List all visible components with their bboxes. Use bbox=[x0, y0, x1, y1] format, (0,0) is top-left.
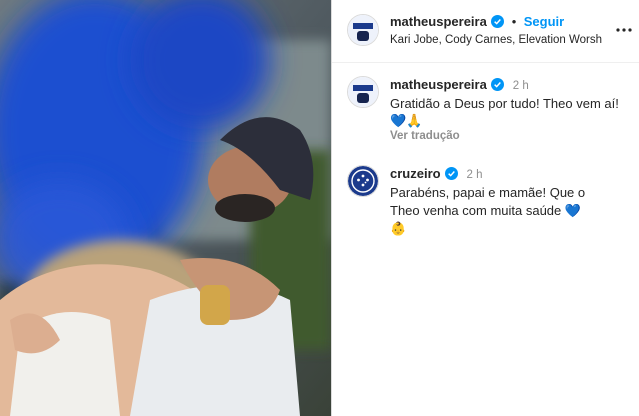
post-author-name[interactable]: matheuspereira bbox=[390, 14, 487, 29]
couple-photo-image bbox=[0, 0, 331, 416]
post-photo[interactable] bbox=[0, 0, 331, 416]
caption-text: Gratidão a Deus por tudo! Theo vem aí! bbox=[390, 96, 619, 111]
comment-author-name[interactable]: cruzeiro bbox=[390, 166, 441, 181]
caption-time[interactable]: 2 h bbox=[513, 80, 529, 92]
author-avatar-image bbox=[348, 15, 378, 45]
header-title-row: matheuspereira • Seguir bbox=[390, 13, 564, 33]
blue-heart-emoji: 💙 bbox=[564, 203, 582, 218]
baby-emoji: 👶 bbox=[390, 221, 407, 236]
post-detail-panel: matheuspereira • Seguir Kari Jobe, Cody … bbox=[331, 0, 639, 416]
comment-time[interactable]: 2 h bbox=[466, 169, 482, 181]
more-icon[interactable] bbox=[614, 20, 634, 40]
audio-track-label[interactable]: Kari Jobe, Cody Carnes, Elevation Worshi… bbox=[390, 34, 602, 46]
comment-text-line2: Theo venha com muita saúde bbox=[390, 203, 562, 218]
author-avatar[interactable] bbox=[347, 14, 379, 46]
caption-header: matheuspereira 2 h bbox=[390, 76, 529, 96]
post-header: matheuspereira • Seguir Kari Jobe, Cody … bbox=[332, 0, 639, 63]
verified-badge-icon bbox=[491, 15, 505, 33]
comment-text-line1: Parabéns, papai e mamãe! Que o bbox=[390, 185, 586, 200]
comment-header: cruzeiro 2 h bbox=[390, 165, 482, 185]
comment-text-line2-row: Theo venha com muita saúde 💙 bbox=[390, 201, 630, 220]
follow-button[interactable]: Seguir bbox=[524, 14, 564, 29]
cruzeiro-logo-icon bbox=[348, 166, 378, 196]
caption-author-avatar[interactable] bbox=[347, 76, 379, 108]
caption-author-name[interactable]: matheuspereira bbox=[390, 77, 487, 92]
see-translation-link[interactable]: Ver tradução bbox=[390, 130, 460, 142]
header-separator: • bbox=[511, 14, 517, 29]
caption-emojis: 💙🙏 bbox=[390, 113, 423, 128]
comment-author-avatar[interactable] bbox=[347, 165, 379, 197]
caption-avatar-image bbox=[348, 77, 378, 107]
